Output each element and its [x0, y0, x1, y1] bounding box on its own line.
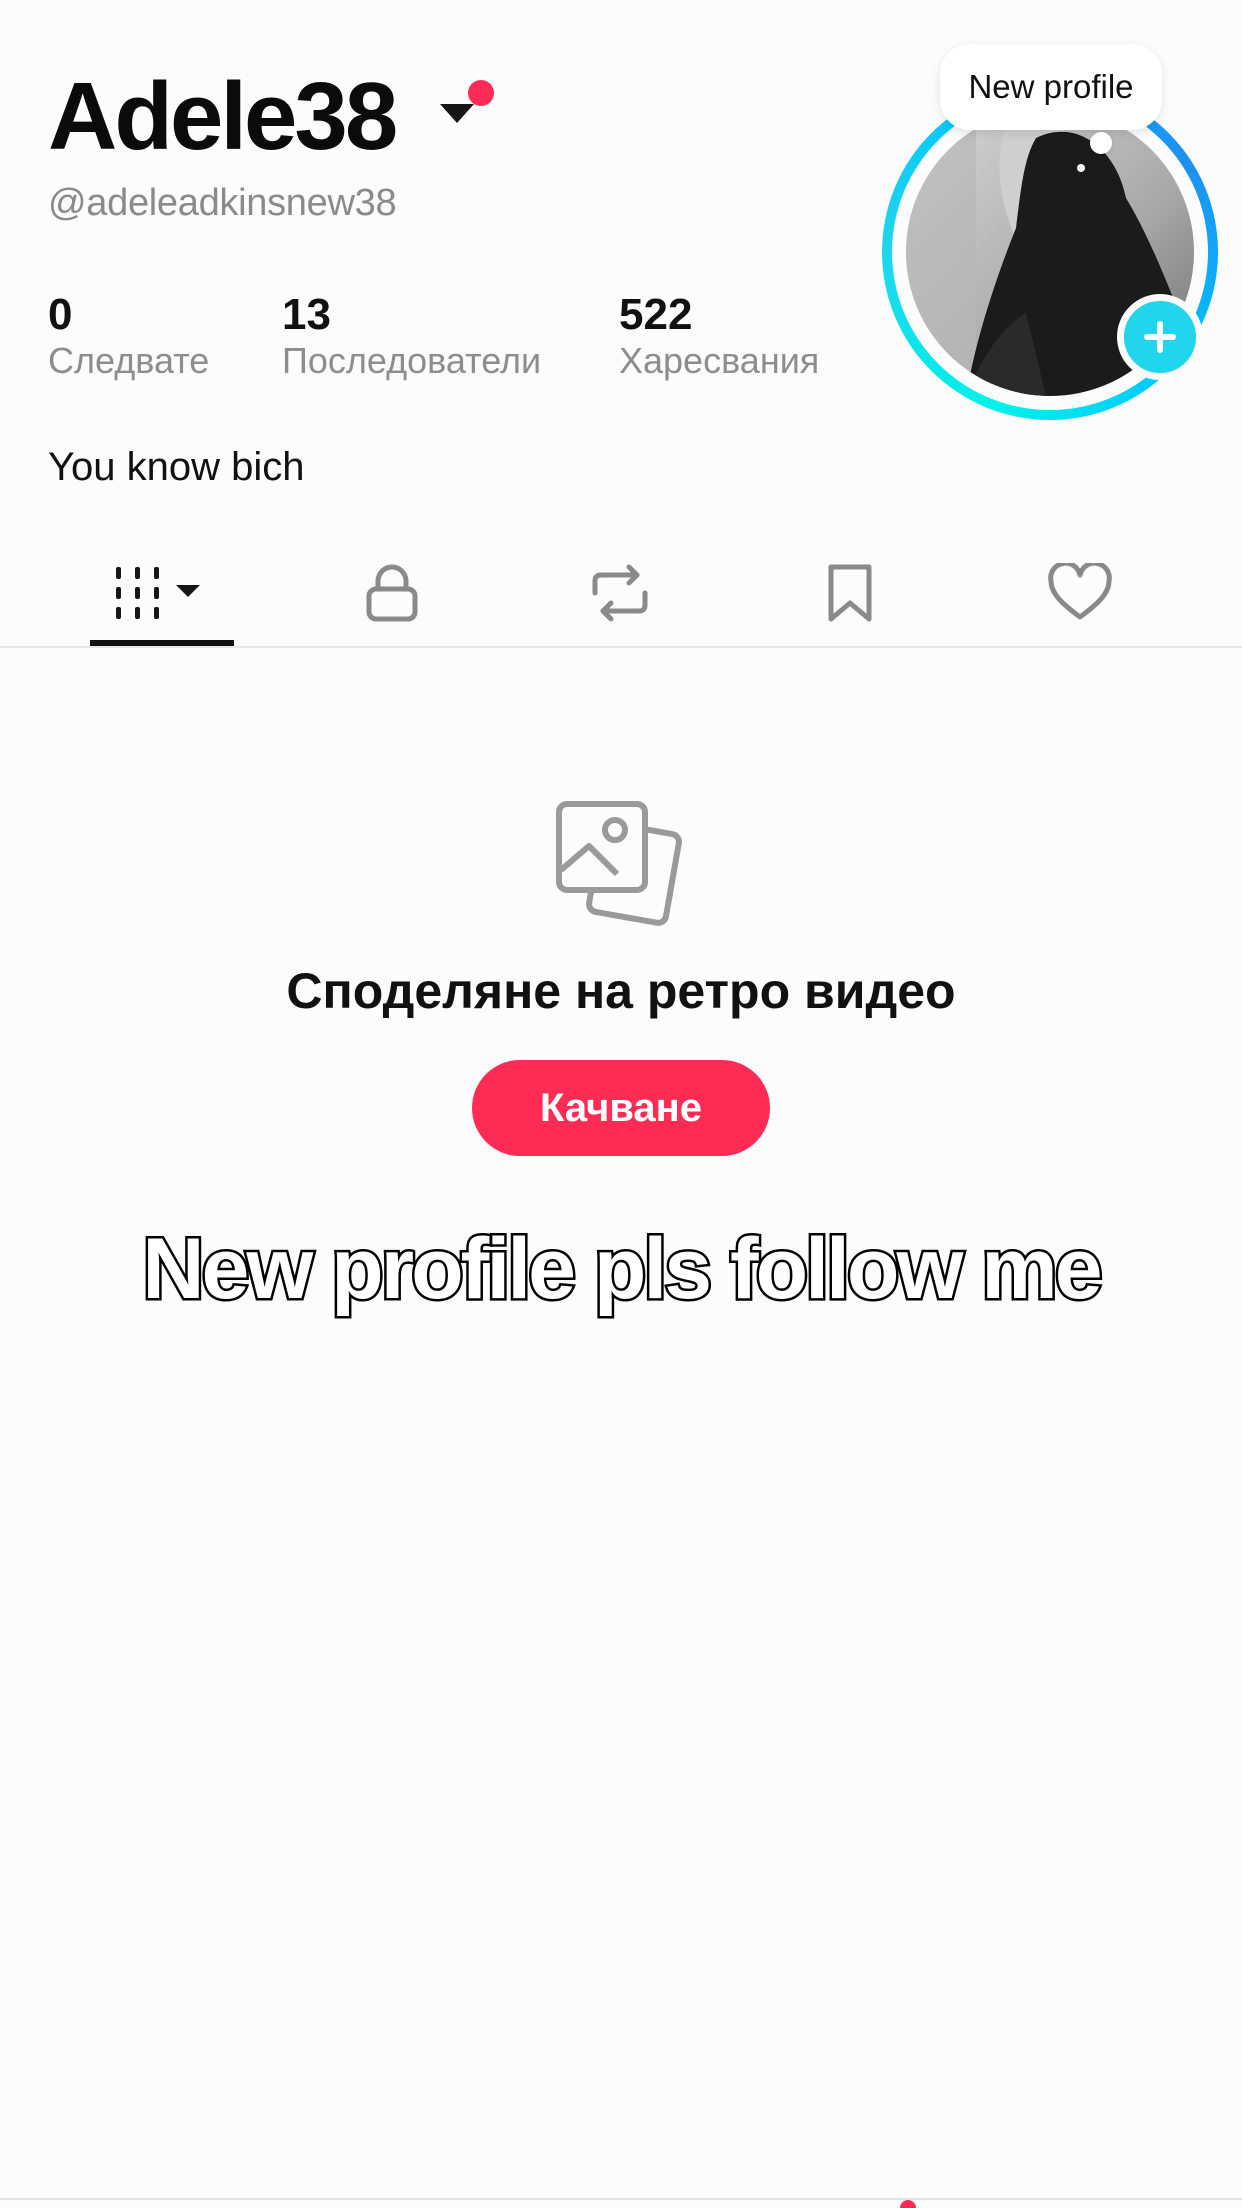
display-name[interactable]: Adele38: [48, 62, 398, 172]
username: @adeleadkinsnew38: [48, 182, 397, 224]
overlay-caption: New profile pls follow me: [140, 1219, 1105, 1320]
heart-icon: [1048, 563, 1112, 620]
tab-liked[interactable]: [990, 540, 1170, 646]
lock-icon: [366, 564, 418, 622]
profile-tabs: [0, 540, 1242, 648]
tab-videos[interactable]: [70, 540, 254, 646]
active-tab-indicator: [90, 640, 234, 646]
new-profile-bubble[interactable]: New profile: [940, 44, 1162, 130]
followers-count[interactable]: 13: [282, 290, 331, 340]
likes-label[interactable]: Харесвания: [619, 340, 819, 382]
plus-icon: [1144, 321, 1176, 353]
photos-icon: [555, 800, 685, 932]
add-story-button[interactable]: [1117, 294, 1203, 380]
bookmark-icon: [828, 564, 872, 622]
bubble-tail: [1090, 132, 1112, 154]
bottom-divider: [0, 2198, 1242, 2200]
tab-favorites[interactable]: [760, 540, 940, 646]
following-count[interactable]: 0: [48, 290, 72, 340]
repost-icon: [592, 564, 648, 622]
tab-reposts[interactable]: [530, 540, 710, 646]
account-switch-caret-icon[interactable]: [440, 104, 474, 123]
notification-dot: [468, 80, 494, 106]
likes-count[interactable]: 522: [619, 290, 692, 340]
followers-label[interactable]: Последователи: [282, 340, 541, 382]
grid-icon: [116, 567, 200, 619]
upload-button[interactable]: Качване: [472, 1060, 770, 1156]
tab-private[interactable]: [302, 540, 482, 646]
following-label[interactable]: Следвате: [48, 340, 209, 382]
bottom-nav-indicator: [900, 2200, 916, 2208]
bio-text[interactable]: You know bich: [48, 445, 304, 490]
empty-state-title: Споделяне на ретро видео: [286, 963, 956, 1019]
